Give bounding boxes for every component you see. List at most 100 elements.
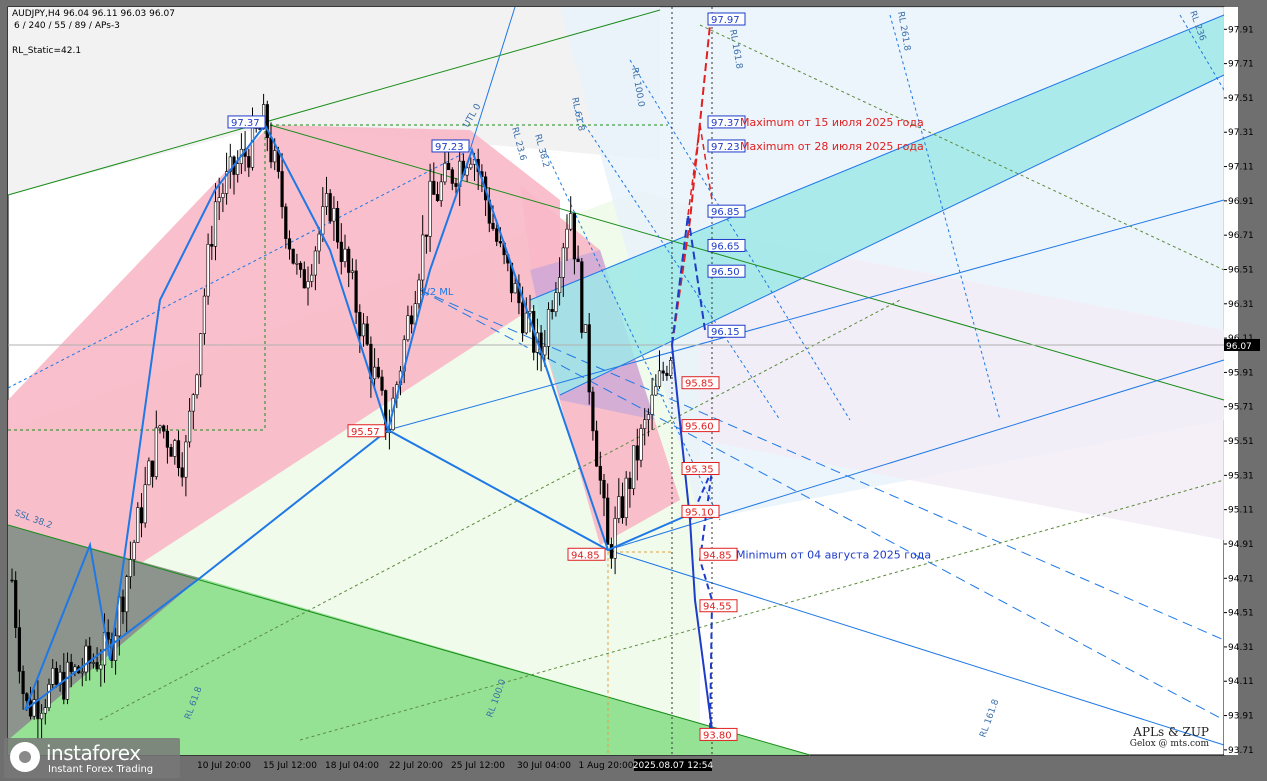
- level-9685: 96.85: [711, 207, 740, 218]
- signature-line1: APLs & ZUP: [1133, 725, 1209, 739]
- candle-body: [128, 559, 133, 577]
- candle-body: [273, 150, 277, 163]
- candle-body: [613, 518, 617, 559]
- candle-body: [576, 258, 580, 263]
- candle-body: [580, 261, 584, 333]
- candle-body: [132, 542, 136, 560]
- level-9797: 97.97: [711, 15, 740, 26]
- price-tick-label: 96.91: [1228, 197, 1254, 207]
- zz-9737: 97.37: [231, 118, 260, 129]
- candle-body: [443, 162, 447, 183]
- candle-body: [202, 295, 207, 334]
- candle-body: [280, 171, 284, 208]
- time-tick-label: 25 Jul 12:00: [451, 761, 505, 771]
- candle-body: [184, 441, 188, 478]
- time-tick-label: 22 Jul 20:00: [389, 761, 443, 771]
- price-tick-label: 94.11: [1228, 677, 1254, 687]
- candle-body: [546, 309, 551, 347]
- candle-body: [606, 497, 610, 545]
- candle-body: [99, 664, 103, 670]
- candle-body: [565, 228, 569, 249]
- candle-body: [321, 206, 325, 235]
- candle-body: [495, 228, 499, 242]
- candle-body: [513, 283, 517, 294]
- candle-body: [221, 193, 225, 198]
- candle-body: [176, 440, 181, 469]
- chart-header-params: 6 / 240 / 55 / 89 / APs-3: [14, 21, 120, 31]
- candle-body: [206, 244, 210, 297]
- candle-body: [609, 544, 613, 559]
- candle-body: [143, 484, 147, 524]
- candle-body: [617, 496, 621, 519]
- candle-body: [10, 579, 14, 582]
- price-tick-label: 97.51: [1228, 94, 1254, 104]
- candle-body: [569, 213, 573, 230]
- chart-header-symbol: AUDJPY,H4 96.04 96.11 96.03 96.07: [12, 9, 175, 19]
- price-tick-label: 93.91: [1228, 712, 1254, 722]
- level-9737: 97.37: [711, 118, 740, 129]
- level-9665: 96.65: [711, 241, 740, 252]
- candle-body: [454, 183, 458, 187]
- candle-body: [139, 507, 144, 524]
- price-tick-label: 95.31: [1228, 471, 1254, 481]
- candle-body: [432, 180, 436, 195]
- candle-body: [376, 366, 380, 378]
- candle-body: [147, 460, 151, 486]
- candle-body: [354, 270, 358, 313]
- candle-body: [332, 208, 336, 222]
- candle-body: [628, 477, 632, 489]
- level-9585: 95.85: [685, 379, 714, 390]
- candle-body: [439, 181, 443, 201]
- candle-body: [561, 247, 565, 278]
- level-9615: 96.15: [711, 327, 740, 338]
- candle-body: [657, 370, 662, 387]
- annotation-max-jul15: Maximum от 15 июля 2025 года: [740, 116, 924, 129]
- indicator-readout: RL_Static=42.1: [12, 46, 82, 56]
- instaforex-logo-icon: [10, 742, 40, 772]
- zz-9557: 95.57: [351, 427, 380, 438]
- candle-body: [43, 707, 47, 714]
- price-tick-label: 97.71: [1228, 60, 1254, 70]
- candle-body: [339, 241, 343, 262]
- candle-body: [498, 241, 503, 244]
- candle-body: [114, 635, 118, 661]
- candle-body: [247, 156, 251, 168]
- candle-body: [380, 376, 384, 391]
- candle-body: [409, 315, 414, 325]
- candle-body: [106, 632, 110, 640]
- price-tick-label: 94.51: [1228, 609, 1254, 619]
- candle-body: [84, 645, 88, 673]
- current-price-label: 96.07: [1226, 342, 1252, 352]
- candle-body: [643, 419, 647, 429]
- instaforex-watermark: instaforex Instant Forex Trading: [4, 738, 180, 778]
- candle-body: [654, 386, 658, 396]
- level-9650: 96.50: [711, 267, 740, 278]
- candle-body: [450, 169, 454, 184]
- candle-body: [302, 269, 306, 289]
- annotation-ml: 1/2 ML: [420, 287, 454, 298]
- candle-body: [165, 430, 170, 448]
- candle-body: [54, 667, 58, 685]
- candle-body: [347, 248, 351, 273]
- candle-body: [554, 292, 558, 313]
- candle-body: [28, 700, 33, 717]
- candle-body: [343, 248, 347, 262]
- time-tick-label: 1 Aug 20:00: [579, 761, 634, 771]
- price-chart[interactable]: 97.97 97.37 97.23 96.85 96.65 96.50 96.15 95.85…: [0, 0, 1267, 781]
- candle-body: [602, 479, 606, 499]
- candle-body: [335, 208, 340, 243]
- candle-body: [620, 496, 625, 518]
- price-tick-label: 96.31: [1228, 300, 1254, 310]
- candle-body: [80, 671, 84, 674]
- candle-body: [520, 302, 525, 334]
- candle-body: [624, 477, 628, 518]
- candle-body: [173, 440, 177, 457]
- candle-body: [158, 425, 162, 429]
- candle-body: [646, 414, 650, 420]
- annotation-max-jul28: Maximum от 28 июля 2025 года: [740, 140, 924, 153]
- candle-body: [51, 667, 55, 685]
- candle-body: [121, 596, 125, 613]
- price-tick-label: 95.91: [1228, 368, 1254, 378]
- level-9380: 93.80: [703, 730, 732, 741]
- candle-body: [665, 372, 669, 376]
